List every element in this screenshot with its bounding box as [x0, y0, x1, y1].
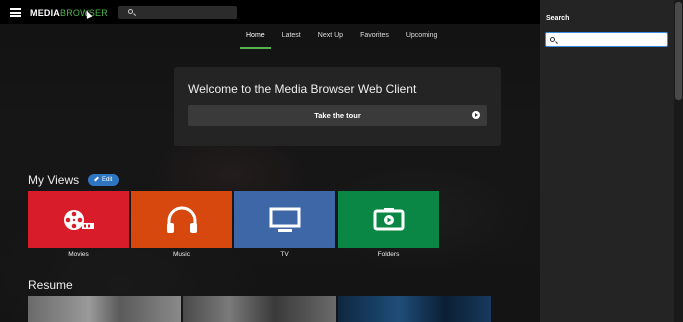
- tile-tv[interactable]: [234, 191, 335, 248]
- tile-movies[interactable]: [28, 191, 129, 248]
- resume-item[interactable]: [183, 296, 336, 322]
- resume-title: Resume: [28, 278, 73, 292]
- folder-video-icon: [373, 207, 404, 230]
- main-content: MEDIABROWSER Home Latest Next Up Favorit…: [0, 0, 540, 322]
- search-panel: Search: [540, 0, 674, 322]
- take-tour-label: Take the tour: [314, 111, 361, 120]
- tab-favorites[interactable]: Favorites: [354, 28, 395, 49]
- header-search-box[interactable]: [118, 6, 237, 19]
- tile-label-music: Music: [173, 251, 190, 258]
- resume-item[interactable]: [28, 296, 181, 322]
- tile-label-folders: Folders: [377, 251, 400, 258]
- tile-music[interactable]: [131, 191, 232, 248]
- headphones-icon: [166, 206, 197, 233]
- resume-item[interactable]: [338, 296, 491, 322]
- tile-label-movies: Movies: [68, 251, 89, 258]
- film-reel-icon: [63, 209, 94, 230]
- edit-views-button[interactable]: Edit: [88, 174, 119, 186]
- search-icon: [128, 9, 133, 14]
- scrollbar-thumb[interactable]: [675, 2, 682, 100]
- search-icon: [550, 37, 555, 42]
- tv-icon: [269, 207, 300, 232]
- hamburger-icon[interactable]: [10, 8, 21, 17]
- arrow-right-circle-icon: [472, 111, 480, 119]
- tile-folders[interactable]: [338, 191, 439, 248]
- take-tour-button[interactable]: Take the tour: [188, 105, 487, 126]
- logo-text-media: MEDIA: [30, 8, 60, 18]
- edit-label: Edit: [102, 177, 113, 183]
- top-bar: MEDIABROWSER: [0, 0, 540, 24]
- scrollbar[interactable]: [674, 0, 683, 322]
- search-panel-title: Search: [546, 15, 570, 22]
- tab-home[interactable]: Home: [240, 28, 271, 49]
- pencil-icon: [94, 176, 99, 182]
- my-views-title: My Views: [28, 173, 80, 187]
- tab-next-up[interactable]: Next Up: [312, 28, 349, 49]
- home-tabs: Home Latest Next Up Favorites Upcoming: [240, 28, 448, 50]
- welcome-card: Welcome to the Media Browser Web Client …: [174, 67, 501, 146]
- app-logo[interactable]: MEDIABROWSER: [30, 8, 108, 18]
- tab-latest[interactable]: Latest: [276, 28, 307, 49]
- tab-upcoming[interactable]: Upcoming: [400, 28, 444, 49]
- search-input[interactable]: [545, 32, 668, 47]
- tile-label-tv: TV: [280, 251, 289, 258]
- welcome-title: Welcome to the Media Browser Web Client: [188, 82, 417, 96]
